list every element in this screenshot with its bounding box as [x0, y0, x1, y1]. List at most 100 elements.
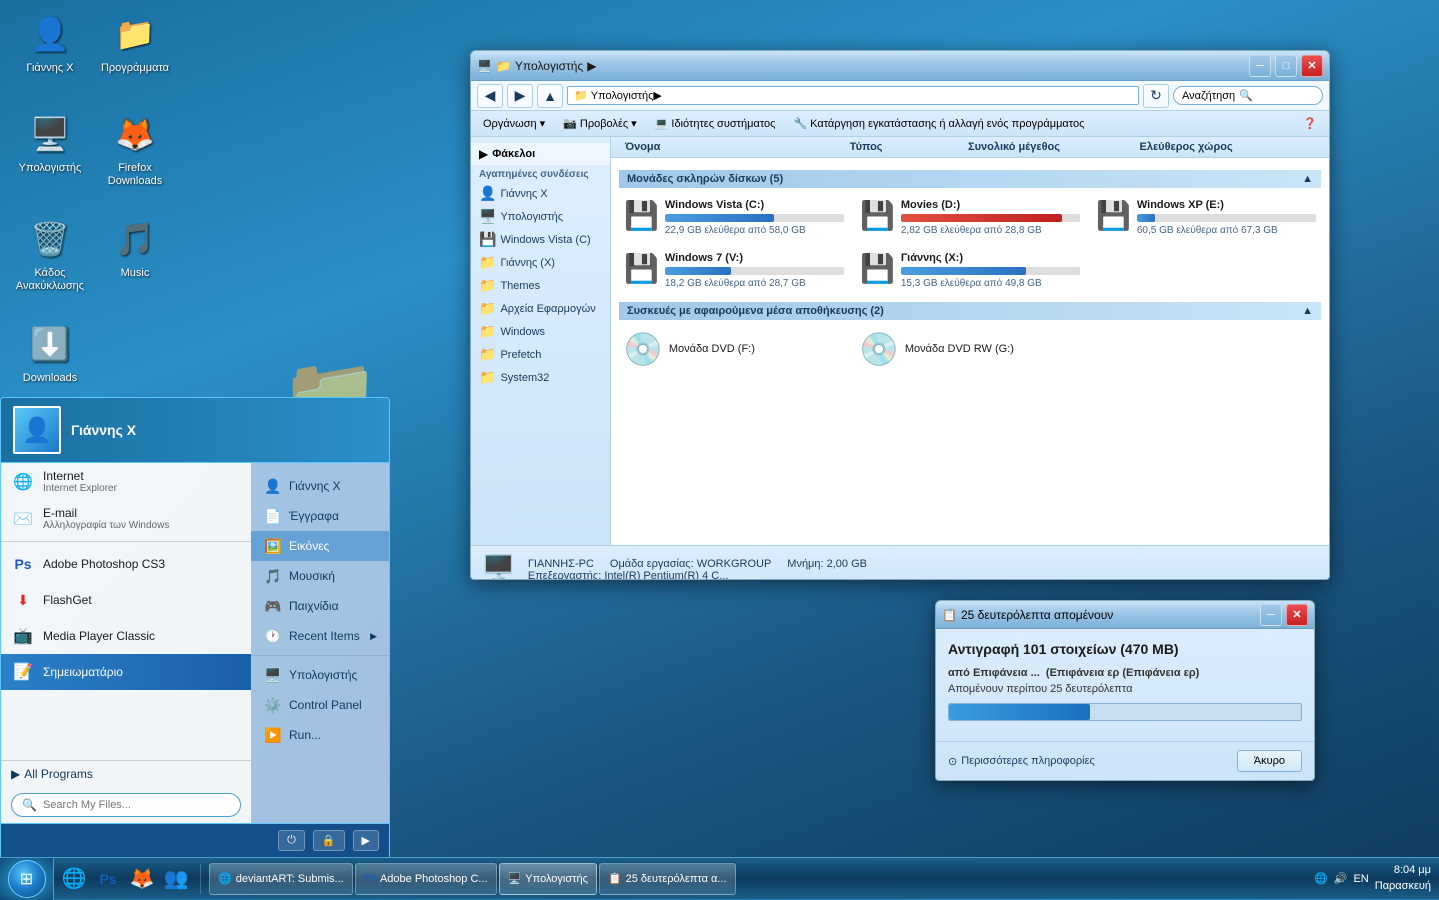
right-item-paixnidia[interactable]: 🎮 Παιχνίδια [251, 591, 389, 621]
ql-ff[interactable]: 🦊 [126, 863, 158, 895]
right-item-control[interactable]: ⚙️ Control Panel [251, 690, 389, 720]
right-item-giannhs[interactable]: 👤 Γιάννης Χ [251, 471, 389, 501]
refresh-button[interactable]: ↻ [1143, 84, 1169, 108]
start-item-mediaplayer[interactable]: 📺 Media Player Classic [1, 618, 251, 654]
collapse-icon2[interactable]: ▲ [1302, 305, 1313, 317]
expand-icon: ▶ [479, 147, 488, 161]
address-path[interactable]: 📁 Υπολογιστής ▶ [567, 86, 1139, 105]
dvd-g[interactable]: 💿 Μονάδα DVD RW (G:) [855, 326, 1085, 372]
right-item-eikones[interactable]: 🖼️ Εικόνες [251, 531, 389, 561]
dvd-g-icon: 💿 [859, 330, 899, 368]
progress-min-btn[interactable]: ─ [1260, 604, 1282, 626]
details-toggle[interactable]: ⊙ Περισσότερες πληροφορίες [948, 755, 1095, 768]
sidebar-item-giannhs[interactable]: 👤 Γιάννης Χ [471, 182, 610, 205]
all-programs[interactable]: ▶ All Programs [1, 760, 251, 787]
start-item-notepad[interactable]: 📝 Σημειωματάριο [1, 654, 251, 690]
drive-v[interactable]: 💾 Windows 7 (V:) 18,2 GB ελεύθερα από 28… [619, 247, 849, 294]
drive-x[interactable]: 💾 Γιάννης (Χ:) 15,3 GB ελεύθερα από 49,8… [855, 247, 1085, 294]
folder-icon-addr: 📁 [574, 89, 588, 102]
back-button[interactable]: ◀ [477, 84, 503, 108]
organize-button[interactable]: Οργάνωση ▾ [475, 114, 553, 133]
right-item-mousiki[interactable]: 🎵 Μουσική [251, 561, 389, 591]
ypologistis-icon: 🖥️ [26, 110, 74, 158]
desktop-icon-ypologistis[interactable]: 🖥️ Υπολογιστής [10, 110, 90, 175]
desktop-icon-firefox[interactable]: 🦊 Firefox Downloads [95, 110, 175, 188]
search-bar[interactable]: 🔍 [11, 793, 241, 817]
recycle-label: Κάδος Ανακύκλωσης [10, 267, 90, 293]
desktop-icon-recycle[interactable]: 🗑️ Κάδος Ανακύκλωσης [10, 215, 90, 293]
folders-header[interactable]: ▶ Φάκελοι [471, 143, 610, 165]
sidebar-item-ypologistis[interactable]: 🖥️ Υπολογιστής [471, 205, 610, 228]
firefox-icon: 🦊 [111, 110, 159, 158]
ql-people[interactable]: 👥 [160, 863, 192, 895]
folder-icon3: 📁 [479, 323, 496, 340]
start-button[interactable]: ⊞ [0, 858, 54, 900]
search-input[interactable] [43, 799, 230, 811]
sidebar-item-giannhsx[interactable]: 📁 Γιάννης (Χ) [471, 251, 610, 274]
sidebar-item-prefetch[interactable]: 📁 Prefetch [471, 343, 610, 366]
right-item-eggrafa[interactable]: 📄 Έγγραφα [251, 501, 389, 531]
right-item-recent[interactable]: 🕐 Recent Items [251, 621, 389, 651]
sidebar-item-system32[interactable]: 📁 System32 [471, 366, 610, 389]
system-clock[interactable]: 8:04 μμ Παρασκευή [1375, 863, 1431, 894]
help-button[interactable]: ❓ [1295, 114, 1325, 133]
sidebar-item-arxeia[interactable]: 📁 Αρχεία Εφαρμογών [471, 297, 610, 320]
copy-progress-window: 📋 25 δευτερόλεπτα απομένουν ─ ✕ Αντιγραφ… [935, 600, 1315, 781]
giannhs-icon: 👤 [26, 10, 74, 58]
start-item-internet[interactable]: 🌐 Internet Internet Explorer [1, 463, 251, 500]
firefox-label: Firefox Downloads [95, 162, 175, 188]
drive-e[interactable]: 💾 Windows XP (E:) 60,5 GB ελεύθερα από 6… [1091, 194, 1321, 241]
search-box[interactable]: Αναζήτηση 🔍 [1173, 86, 1323, 105]
taskbar-btn-deviantart[interactable]: 🌐 deviantART: Submis... [209, 863, 353, 895]
taskbar-btn-photoshop[interactable]: Ps Adobe Photoshop C... [355, 863, 497, 895]
col-name[interactable]: Όνομα [619, 139, 844, 155]
start-menu-header: 👤 Γιάννης Χ [1, 398, 389, 463]
right-item-ypologistis[interactable]: 🖥️ Υπολογιστής [251, 660, 389, 690]
uninstall-button[interactable]: 🔧 Κατάργηση εγκατάστασης ή αλλαγή ενός π… [785, 114, 1092, 133]
explorer-toolbar: Οργάνωση ▾ 📷 Προβολές ▾ 💻 Ιδιότητες συστ… [471, 111, 1329, 137]
maximize-button[interactable]: □ [1275, 55, 1297, 77]
views-button[interactable]: 📷 Προβολές ▾ [555, 114, 645, 133]
minimize-button[interactable]: ─ [1249, 55, 1271, 77]
cancel-button[interactable]: Άκυρο [1237, 750, 1302, 772]
properties-button[interactable]: 💻 Ιδιότητες συστήματος [647, 114, 784, 133]
sidebar-item-themes[interactable]: 📁 Themes [471, 274, 610, 297]
internet-icon: 🌐 [11, 470, 35, 494]
forward-button[interactable]: ▶ [507, 84, 533, 108]
drive-d-info: Movies (D:) 2,82 GB ελεύθερα από 28,8 GB [901, 199, 1080, 236]
user-icon: 👤 [479, 185, 496, 202]
flashget-icon: ⬇ [11, 588, 35, 612]
dvd-f[interactable]: 💿 Μονάδα DVD (F:) [619, 326, 849, 372]
start-item-email[interactable]: ✉️ E-mail Αλληλογραφία των Windows [1, 500, 251, 537]
desktop-icon-downloads[interactable]: ⬇️ Downloads [10, 320, 90, 385]
lock-button[interactable]: 🔒 [313, 830, 345, 851]
sidebar-item-wvista[interactable]: 💾 Windows Vista (C) [471, 228, 610, 251]
power-button[interactable]: ⏻ [278, 830, 305, 851]
ql-ie[interactable]: 🌐 [58, 863, 90, 895]
downloads-icon: ⬇️ [26, 320, 74, 368]
desktop-icon-programmata[interactable]: 📁 Προγράμματα [95, 10, 175, 75]
progress-close-btn[interactable]: ✕ [1286, 604, 1308, 626]
sidebar-item-windows[interactable]: 📁 Windows [471, 320, 610, 343]
collapse-icon[interactable]: ▲ [1302, 173, 1313, 185]
progress-footer: ⊙ Περισσότερες πληροφορίες Άκυρο [936, 741, 1314, 780]
col-type[interactable]: Τύπος [844, 139, 962, 155]
col-free[interactable]: Ελεύθερος χώρος [1134, 139, 1306, 155]
col-total[interactable]: Συνολικό μέγεθος [962, 139, 1134, 155]
giannhs-label: Γιάννης Χ [26, 62, 73, 75]
main-panel: Όνομα Τύπος Συνολικό μέγεθος Ελεύθερος χ… [611, 137, 1329, 545]
up-button[interactable]: ▲ [537, 84, 563, 108]
taskbar-btn-copy[interactable]: 📋 25 δευτερόλεπτα α... [599, 863, 736, 895]
desktop-icon-music[interactable]: 🎵 Music [95, 215, 175, 280]
ql-ps[interactable]: Ps [92, 863, 124, 895]
drive-d[interactable]: 💾 Movies (D:) 2,82 GB ελεύθερα από 28,8 … [855, 194, 1085, 241]
right-item-run[interactable]: ▶️ Run... [251, 720, 389, 750]
desktop-icon-giannhs[interactable]: 👤 Γιάννης Χ [10, 10, 90, 75]
taskbar-btn-explorer[interactable]: 🖥️ Υπολογιστής [499, 863, 597, 895]
close-button[interactable]: ✕ [1301, 55, 1323, 77]
arrow-button[interactable]: ▶ [353, 830, 379, 851]
mediaplayer-icon: 📺 [11, 624, 35, 648]
drive-c[interactable]: 💾 Windows Vista (C:) 22,9 GB ελεύθερα απ… [619, 194, 849, 241]
start-item-photoshop[interactable]: Ps Adobe Photoshop CS3 [1, 546, 251, 582]
start-item-flashget[interactable]: ⬇ FlashGet [1, 582, 251, 618]
